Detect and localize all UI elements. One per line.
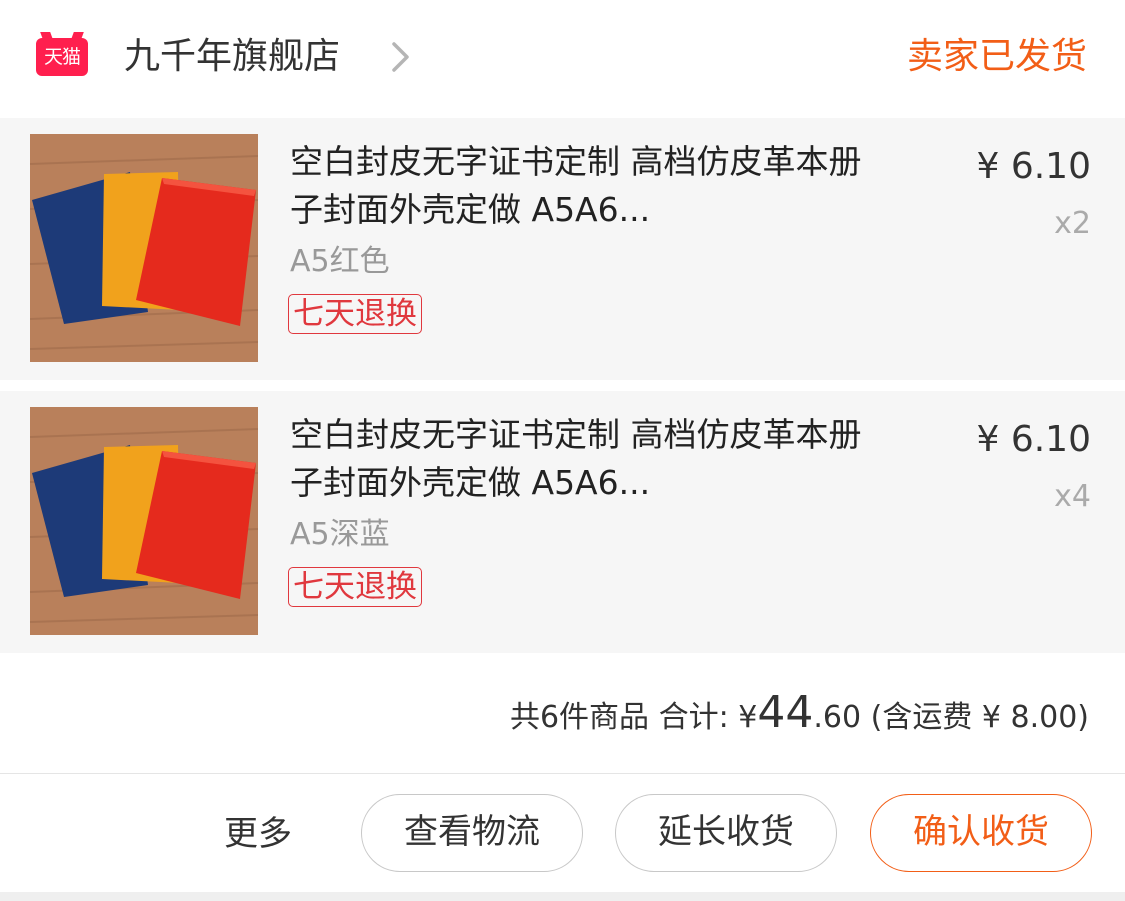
shipping-fee: (含运费 ¥ 8.00)	[870, 700, 1089, 735]
product-sku: A5深蓝	[290, 517, 390, 552]
product-title[interactable]: 空白封皮无字证书定制 高档仿皮革本册子封面外壳定做 A5A6...	[290, 138, 880, 234]
order-summary: 共6件商品 合计: ¥44.60 (含运费 ¥ 8.00)	[0, 653, 1125, 773]
bottom-strip	[0, 892, 1125, 901]
return-policy-badge: 七天退换	[288, 567, 422, 607]
summary-line: 共6件商品 合计: ¥44.60 (含运费 ¥ 8.00)	[510, 685, 1089, 746]
return-policy-badge: 七天退换	[288, 294, 422, 334]
product-quantity: x2	[1054, 206, 1091, 241]
product-image[interactable]	[30, 134, 258, 362]
product-title[interactable]: 空白封皮无字证书定制 高档仿皮革本册子封面外壳定做 A5A6...	[290, 411, 880, 507]
more-button[interactable]: 更多	[224, 810, 292, 858]
shop-header: 天猫 九千年旗舰店 卖家已发货	[0, 0, 1125, 116]
product-quantity: x4	[1054, 479, 1091, 514]
order-status: 卖家已发货	[906, 36, 1087, 77]
total-integer: 44	[757, 687, 814, 738]
product-image[interactable]	[30, 407, 258, 635]
tmall-logo: 天猫	[36, 38, 88, 76]
view-logistics-button[interactable]: 查看物流	[361, 794, 583, 872]
order-item[interactable]: 空白封皮无字证书定制 高档仿皮革本册子封面外壳定做 A5A6... A5深蓝 七…	[0, 391, 1125, 653]
confirm-receipt-button[interactable]: 确认收货	[870, 794, 1092, 872]
currency-symbol: ¥	[738, 700, 758, 735]
total-decimal: .60	[813, 700, 862, 735]
product-price: ¥ 6.10	[976, 146, 1091, 187]
item-count: 共6件商品	[509, 700, 650, 735]
chevron-right-icon[interactable]	[385, 40, 417, 74]
order-actions: 更多 查看物流 延长收货 确认收货	[0, 774, 1125, 892]
extend-receipt-button[interactable]: 延长收货	[615, 794, 837, 872]
order-item[interactable]: 空白封皮无字证书定制 高档仿皮革本册子封面外壳定做 A5A6... A5红色 七…	[0, 118, 1125, 380]
product-sku: A5红色	[290, 244, 390, 279]
total-label: 合计:	[658, 700, 729, 735]
product-price: ¥ 6.10	[976, 419, 1091, 460]
shop-name[interactable]: 九千年旗舰店	[124, 32, 340, 82]
